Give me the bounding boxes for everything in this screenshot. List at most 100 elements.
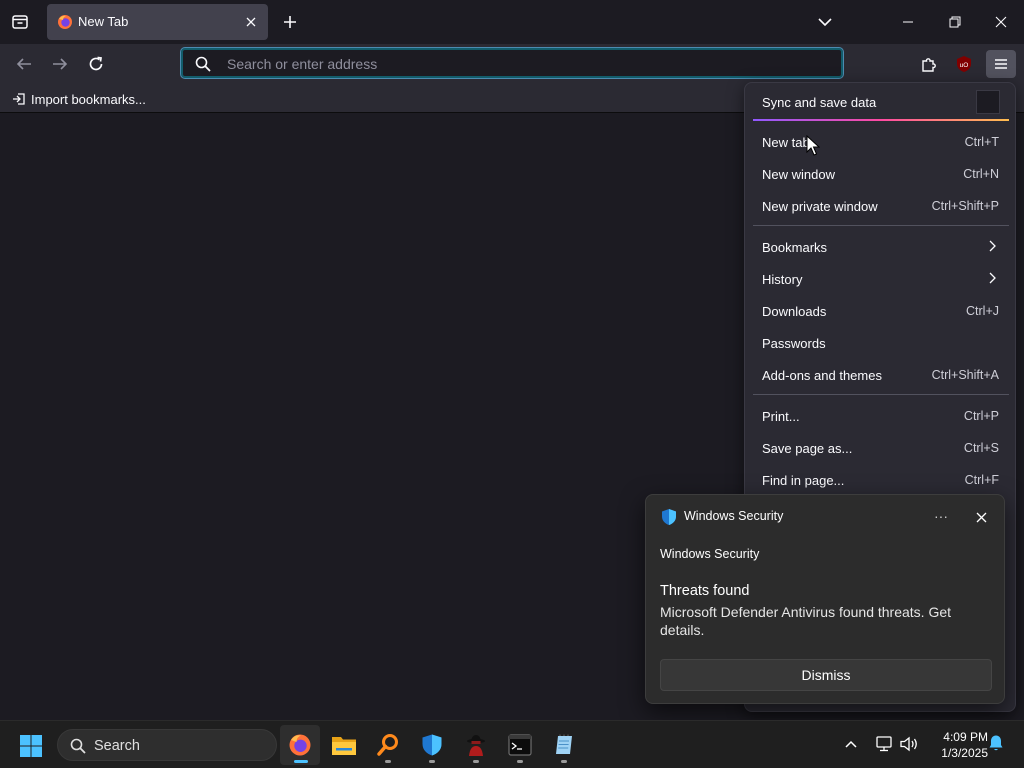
- menu-item-label: Find in page...: [762, 473, 845, 488]
- sync-label: Sync and save data: [762, 95, 877, 110]
- chevron-right-icon: [989, 272, 997, 284]
- menu-separator: [753, 225, 1009, 226]
- notification-bell-icon[interactable]: [987, 734, 1007, 754]
- menu-item-shortcut: Ctrl+F: [964, 473, 999, 487]
- windows-security-shield-icon: [660, 508, 678, 526]
- extensions-puzzle-icon[interactable]: [918, 53, 940, 75]
- menu-item-label: Bookmarks: [762, 240, 828, 255]
- clock-time: 4:09 PM: [943, 730, 988, 744]
- chevron-right-icon: [989, 240, 997, 252]
- taskbar-spy-app[interactable]: [456, 725, 496, 765]
- terminal-icon: [508, 734, 532, 756]
- close-notification-icon[interactable]: [971, 507, 991, 527]
- firefox-favicon-icon: [57, 14, 73, 30]
- notification-body: Microsoft Defender Antivirus found threa…: [660, 604, 952, 638]
- ublock-origin-icon[interactable]: uO: [953, 53, 975, 75]
- menu-item-new-private-window[interactable]: New private window Ctrl+Shift+P: [753, 191, 1009, 221]
- menu-item-shortcut: Ctrl+N: [963, 167, 999, 181]
- tab-strip: New Tab: [0, 0, 1024, 44]
- import-bookmarks-button[interactable]: Import bookmarks...: [12, 90, 146, 108]
- network-icon[interactable]: [874, 734, 894, 754]
- reload-icon[interactable]: [85, 53, 107, 75]
- search-tool-icon: [376, 733, 400, 757]
- forward-arrow-icon[interactable]: [49, 53, 71, 75]
- import-bookmarks-label: Import bookmarks...: [31, 91, 146, 107]
- menu-item-shortcut: Ctrl+Shift+A: [931, 368, 999, 382]
- file-explorer-icon: [331, 734, 357, 756]
- menu-item-label: New private window: [762, 199, 878, 214]
- back-arrow-icon[interactable]: [13, 53, 35, 75]
- menu-item-label: Downloads: [762, 304, 827, 319]
- navigation-toolbar: uO: [0, 44, 1024, 84]
- menu-item-label: Add-ons and themes: [762, 368, 882, 383]
- notification-app-name: Windows Security: [684, 509, 784, 523]
- taskbar-file-explorer[interactable]: [324, 725, 364, 765]
- menu-item-shortcut: Ctrl+S: [963, 441, 999, 455]
- tab-title: New Tab: [78, 14, 129, 29]
- restore-window-icon[interactable]: [937, 8, 973, 36]
- menu-item-label: Passwords: [762, 336, 826, 351]
- active-indicator: [294, 760, 308, 763]
- account-avatar[interactable]: [976, 90, 1000, 114]
- notepad-icon: [552, 733, 576, 757]
- menu-item-shortcut: Ctrl+Shift+P: [931, 199, 999, 213]
- menu-item-shortcut: Ctrl+J: [966, 304, 999, 318]
- new-tab-plus-icon[interactable]: [280, 12, 300, 32]
- search-icon: [70, 738, 86, 754]
- dismiss-button[interactable]: Dismiss: [660, 659, 992, 691]
- menu-item-shortcut: Ctrl+P: [963, 409, 999, 423]
- menu-item-label: New tab: [762, 135, 810, 150]
- menu-item-label: New window: [762, 167, 835, 182]
- menu-item-find-in-page[interactable]: Find in page... Ctrl+F: [753, 465, 1009, 495]
- menu-item-passwords[interactable]: Passwords: [753, 328, 1009, 358]
- menu-item-new-window[interactable]: New window Ctrl+N: [753, 159, 1009, 189]
- address-bar[interactable]: [180, 47, 844, 79]
- menu-item-label: Save page as...: [762, 441, 853, 456]
- spy-app-icon: [464, 733, 488, 757]
- running-indicator: [429, 760, 435, 763]
- firefox-icon: [288, 733, 312, 757]
- windows-start-icon[interactable]: [16, 731, 46, 761]
- menu-item-print[interactable]: Print... Ctrl+P: [753, 401, 1009, 431]
- windows-security-notification[interactable]: Windows Security ··· Windows Security Th…: [645, 494, 1005, 704]
- hamburger-menu-icon[interactable]: [986, 50, 1016, 78]
- running-indicator: [385, 760, 391, 763]
- import-icon: [12, 92, 26, 106]
- volume-icon[interactable]: [899, 734, 919, 754]
- ublock-badge-text: uO: [960, 62, 969, 69]
- tab-new-tab[interactable]: New Tab: [47, 4, 268, 40]
- taskbar-search-tool[interactable]: [368, 725, 408, 765]
- list-all-tabs-chevron-icon[interactable]: [815, 12, 835, 32]
- windows-security-icon: [420, 733, 444, 757]
- taskbar-search-label: Search: [94, 738, 140, 754]
- system-clock[interactable]: 4:09 PM 1/3/2025: [924, 729, 988, 761]
- sync-button[interactable]: Sync and save data: [753, 87, 1009, 117]
- close-tab-icon[interactable]: [242, 13, 260, 31]
- address-input[interactable]: [227, 54, 827, 74]
- show-hidden-icons-chevron-icon[interactable]: [842, 735, 860, 753]
- notification-title: Threats found: [660, 583, 750, 599]
- taskbar-search-box[interactable]: Search: [57, 729, 277, 761]
- windows-taskbar: Search 4:09 PM 1/3/2025: [0, 720, 1024, 768]
- taskbar-firefox[interactable]: [280, 725, 320, 765]
- menu-item-new-tab[interactable]: New tab Ctrl+T: [753, 127, 1009, 157]
- taskbar-windows-security[interactable]: [412, 725, 452, 765]
- close-window-icon[interactable]: [983, 8, 1019, 36]
- minimize-window-icon[interactable]: [890, 8, 926, 36]
- taskbar-notepad[interactable]: [544, 725, 584, 765]
- menu-item-history[interactable]: History: [753, 264, 1009, 294]
- menu-item-label: Print...: [762, 409, 800, 424]
- clock-date: 1/3/2025: [941, 746, 988, 760]
- firefox-view-icon[interactable]: [8, 10, 32, 34]
- menu-item-label: History: [762, 272, 803, 287]
- menu-item-addons-themes[interactable]: Add-ons and themes Ctrl+Shift+A: [753, 360, 1009, 390]
- notification-header: Windows Security: [660, 547, 760, 561]
- menu-item-shortcut: Ctrl+T: [964, 135, 999, 149]
- menu-separator: [753, 394, 1009, 395]
- menu-item-bookmarks[interactable]: Bookmarks: [753, 232, 1009, 262]
- running-indicator: [473, 760, 479, 763]
- more-options-ellipsis-icon[interactable]: ···: [929, 507, 953, 525]
- menu-item-save-page-as[interactable]: Save page as... Ctrl+S: [753, 433, 1009, 463]
- menu-item-downloads[interactable]: Downloads Ctrl+J: [753, 296, 1009, 326]
- taskbar-terminal[interactable]: [500, 725, 540, 765]
